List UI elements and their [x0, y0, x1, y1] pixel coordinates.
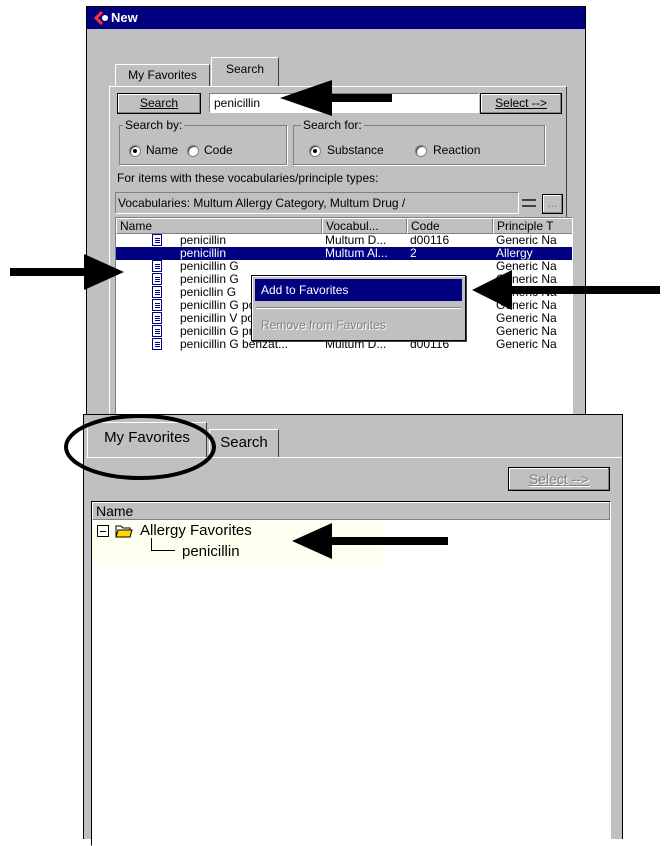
- annotation-arrows: [10, 80, 660, 559]
